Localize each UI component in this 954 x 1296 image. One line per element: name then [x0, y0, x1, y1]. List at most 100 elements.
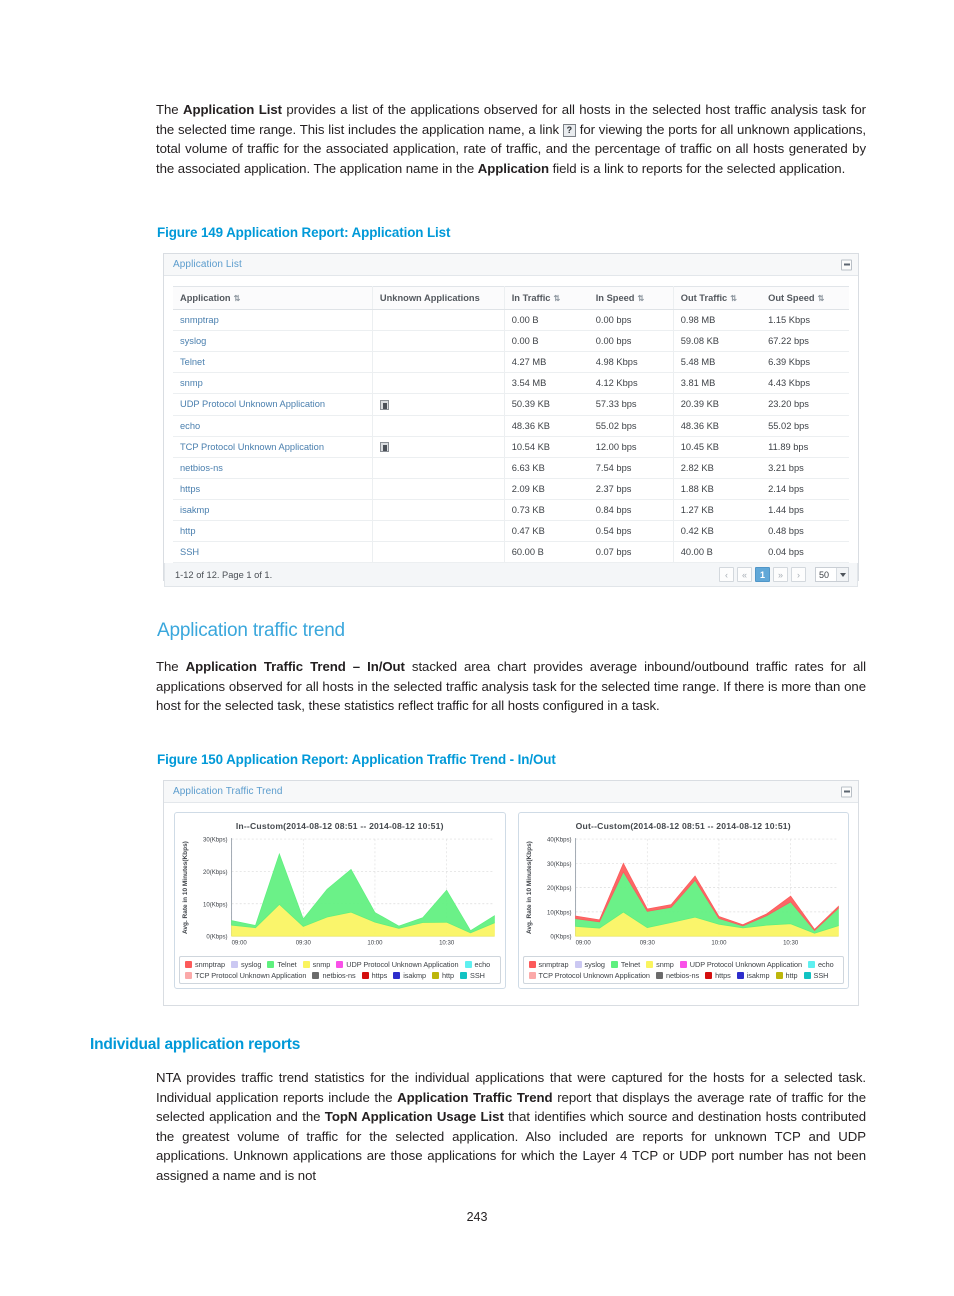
legend-item[interactable]: netbios-ns	[312, 971, 356, 980]
application-link[interactable]: snmp	[173, 372, 373, 394]
plot-area: 0(Kbps) 10(Kbps) 20(Kbps) 30(Kbps) 09:00 09:3…	[179, 833, 501, 952]
chart-legend: snmptrap syslog Telnet snmp UDP Protocol Unk…	[522, 956, 844, 985]
column-header-in-traffic[interactable]: In Traffic ⇅	[504, 286, 589, 310]
minus-icon[interactable]	[841, 786, 852, 797]
legend-swatch-icon	[808, 961, 815, 969]
page-1-button[interactable]: 1	[755, 567, 770, 583]
sort-arrows-icon[interactable]: ⇅	[637, 294, 644, 303]
legend-item[interactable]: netbios-ns	[655, 971, 699, 980]
legend-item[interactable]: snmp	[302, 960, 330, 969]
application-link[interactable]: https	[173, 478, 373, 501]
table-row: Telnet 4.27 MB 4.98 Kbps 5.48 MB 6.39 Kbps	[173, 351, 849, 373]
in-traffic-cell: 0.73 KB	[504, 499, 589, 522]
application-link[interactable]: TCP Protocol Unknown Application	[173, 436, 373, 459]
legend-item[interactable]: isakmp	[736, 971, 770, 980]
legend-label: syslog	[241, 960, 262, 970]
legend-item[interactable]: syslog	[574, 960, 605, 969]
application-list-table: Application ⇅ Unknown Applications In Traff…	[173, 286, 849, 564]
column-header-out-speed[interactable]: Out Speed ⇅	[761, 286, 849, 310]
table-row: SSH 60.00 B 0.07 bps 40.00 B 0.04 bps	[173, 541, 849, 564]
application-link[interactable]: snmptrap	[173, 309, 373, 331]
out-traffic-cell: 59.08 KB	[673, 330, 762, 352]
legend-label: http	[785, 971, 798, 981]
legend-label: isakmp	[403, 971, 427, 981]
application-link[interactable]: syslog	[173, 330, 373, 352]
column-header-application[interactable]: Application ⇅	[173, 286, 373, 310]
unknown-applications-cell[interactable]	[372, 436, 505, 459]
sort-arrows-icon[interactable]: ⇅	[234, 294, 241, 303]
minus-icon[interactable]	[841, 259, 852, 270]
application-link[interactable]: SSH	[173, 541, 373, 564]
column-header-out-traffic[interactable]: Out Traffic ⇅	[673, 286, 762, 310]
page-size-value: 50	[819, 569, 830, 580]
unknown-applications-cell	[372, 309, 505, 331]
legend-item[interactable]: echo	[464, 960, 490, 969]
unknown-applications-cell[interactable]	[372, 393, 505, 416]
charts-row: In--Custom(2014-08-12 08:51 -- 2014-08-1…	[174, 812, 849, 990]
next-page-button[interactable]: »	[773, 567, 788, 583]
out-speed-cell: 6.39 Kbps	[761, 351, 849, 373]
sort-arrows-icon[interactable]: ⇅	[553, 294, 560, 303]
panel-title-traffic-trend: Application Traffic Trend	[173, 786, 283, 797]
first-page-button[interactable]: «	[737, 567, 752, 583]
column-header-label: In Traffic	[511, 293, 551, 303]
legend-item[interactable]: https	[361, 971, 387, 980]
legend-item[interactable]: http	[432, 971, 454, 980]
column-header-in-speed[interactable]: In Speed ⇅	[588, 286, 674, 310]
sort-arrows-icon[interactable]: ⇅	[730, 294, 737, 303]
legend-item[interactable]: https	[705, 971, 731, 980]
legend-item[interactable]: snmptrap	[528, 960, 569, 969]
chevron-down-icon[interactable]	[836, 568, 848, 582]
application-link[interactable]: isakmp	[173, 499, 373, 522]
application-link[interactable]: UDP Protocol Unknown Application	[173, 393, 373, 416]
legend-item[interactable]: TCP Protocol Unknown Application	[185, 971, 306, 980]
pager-controls: ‹ «1» › 50	[719, 567, 849, 583]
legend-item[interactable]: TCP Protocol Unknown Application	[528, 971, 650, 980]
intro-paragraph: The Application List provides a list of …	[156, 102, 866, 176]
help-icon: ?	[562, 123, 576, 137]
in-traffic-cell: 10.54 KB	[504, 436, 589, 459]
column-header-label: Unknown Applications	[379, 293, 480, 303]
legend-item[interactable]: snmp	[646, 960, 674, 969]
application-link[interactable]: echo	[173, 415, 373, 437]
unknown-applications-cell	[372, 457, 505, 480]
legend-item[interactable]: syslog	[231, 960, 261, 969]
application-link[interactable]: netbios-ns	[173, 457, 373, 480]
table-row: echo 48.36 KB 55.02 bps 48.36 KB 55.02 bps	[173, 415, 849, 437]
legend-item[interactable]: snmptrap	[185, 960, 225, 969]
application-link[interactable]: http	[173, 520, 373, 543]
plot-area: 0(Kbps) 10(Kbps) 20(Kbps) 30(Kbps) 40(Kbps) 0…	[523, 833, 845, 952]
unknown-ports-icon[interactable]	[379, 442, 389, 453]
chart-title: Out--Custom(2014-08-12 08:51 -- 2014-08-…	[575, 821, 791, 831]
legend-item[interactable]: SSH	[460, 971, 485, 980]
in-traffic-cell: 48.36 KB	[504, 415, 589, 437]
legend-swatch-icon	[528, 961, 536, 969]
legend-item[interactable]: http	[775, 971, 798, 981]
pagination-bar: 1-12 of 12. Page 1 of 1. ‹ «1» › 50	[164, 563, 858, 588]
legend-item[interactable]: Telnet	[610, 960, 640, 969]
sort-arrows-icon[interactable]: ⇅	[818, 294, 825, 303]
y-axis-label: Avg. Rate in 10 Minutes(Kbps)	[182, 841, 189, 934]
legend-swatch-icon	[775, 972, 783, 980]
unknown-ports-icon[interactable]	[379, 399, 389, 410]
unknown-applications-cell	[372, 330, 505, 352]
table-row: UDP Protocol Unknown Application 50.39 KB…	[173, 393, 849, 416]
legend-item[interactable]: Telnet	[267, 960, 297, 969]
x-tick-label: 09:30	[639, 941, 655, 947]
legend-item[interactable]: UDP Protocol Unknown Application	[336, 960, 459, 969]
out-speed-cell: 3.21 bps	[761, 457, 849, 480]
in-speed-cell: 0.00 bps	[588, 330, 674, 352]
legend-item[interactable]: echo	[808, 960, 834, 969]
unknown-applications-cell	[372, 541, 505, 564]
previous-page-button[interactable]: ‹	[719, 567, 734, 583]
application-link[interactable]: Telnet	[173, 351, 373, 373]
legend-label: SSH	[470, 971, 485, 981]
last-page-button[interactable]: ›	[791, 567, 806, 583]
legend-swatch-icon	[655, 972, 663, 980]
page-size-select[interactable]: 50	[815, 567, 849, 583]
in-speed-cell: 7.54 bps	[588, 457, 674, 480]
legend-item[interactable]: isakmp	[393, 971, 426, 980]
legend-swatch-icon	[464, 961, 472, 969]
legend-item[interactable]: SSH	[803, 971, 828, 980]
legend-item[interactable]: UDP Protocol Unknown Application	[679, 960, 802, 969]
